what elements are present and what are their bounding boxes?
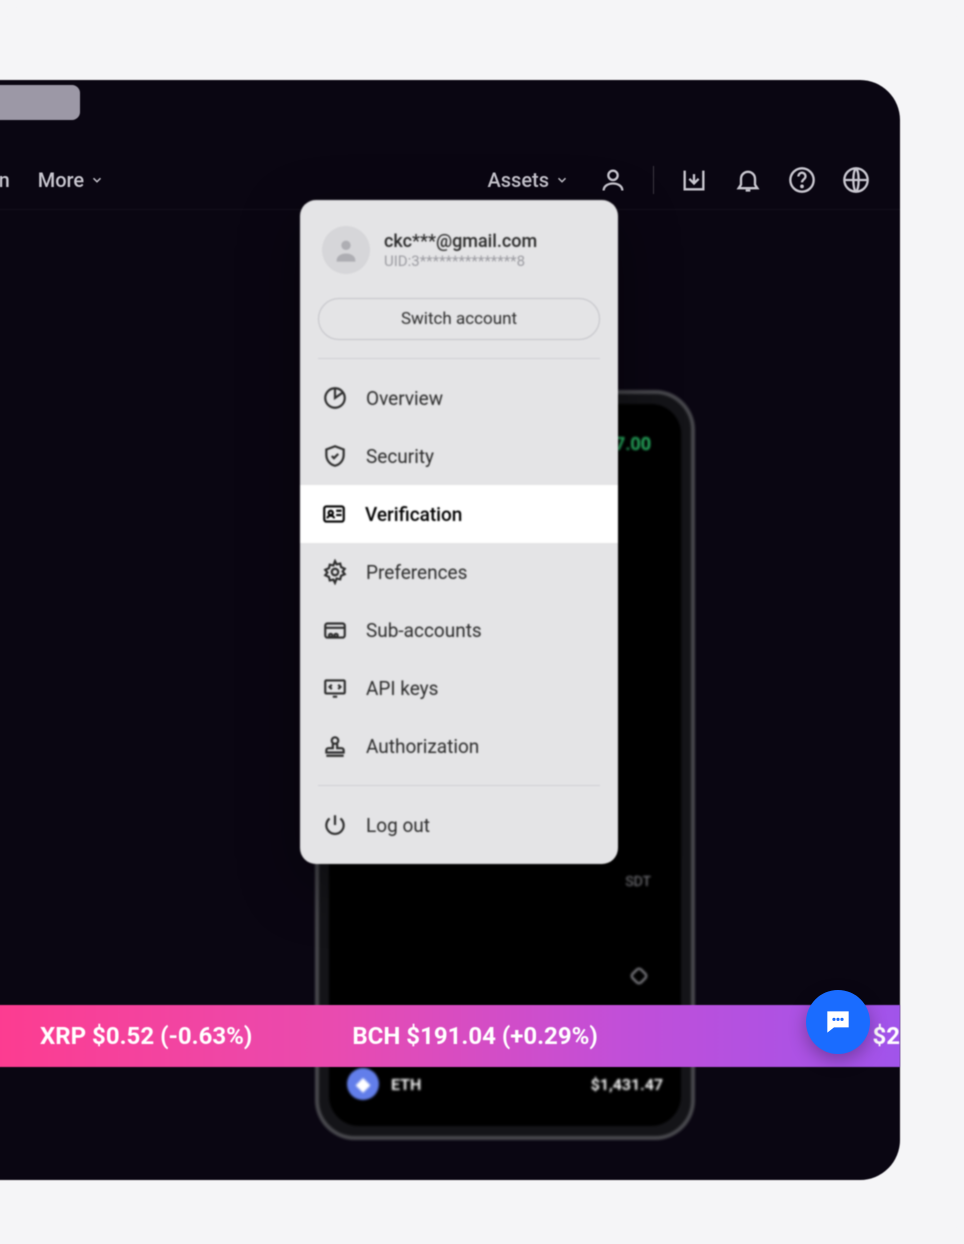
bell-icon[interactable] <box>734 166 762 194</box>
menu-item-verification[interactable]: Verification <box>300 485 618 543</box>
menu-item-label: Log out <box>366 814 430 837</box>
nav-item-more[interactable]: More <box>38 168 104 192</box>
ticker-symbol: XRP <box>40 1022 86 1050</box>
account-dropdown: ckc***@gmail.com UID:3***************8 S… <box>300 200 618 864</box>
nav-label-assets: Assets <box>487 168 549 192</box>
menu-item-label: Authorization <box>366 735 479 758</box>
user-uid: UID:3***************8 <box>384 252 537 270</box>
menu-item-label: Overview <box>366 387 443 410</box>
id-card-icon <box>321 501 347 527</box>
wallet-icon <box>322 617 348 643</box>
chat-icon <box>822 1006 854 1038</box>
phone-currency-suffix: SDT <box>625 874 651 890</box>
switch-account-button[interactable]: Switch account <box>318 298 600 340</box>
divider <box>318 358 600 359</box>
menu-item-overview[interactable]: Overview <box>300 369 618 427</box>
nav-item-learn[interactable]: earn <box>0 168 10 192</box>
menu-item-subaccounts[interactable]: Sub-accounts <box>300 601 618 659</box>
menu-item-label: Preferences <box>366 561 467 584</box>
menu-item-label: Sub-accounts <box>366 619 482 642</box>
user-icon[interactable] <box>599 166 627 194</box>
chevron-down-icon <box>90 173 104 187</box>
ticker-change: (-0.63%) <box>160 1022 252 1050</box>
nav-divider <box>653 166 654 194</box>
nav-label-more: More <box>38 168 84 192</box>
account-header: ckc***@gmail.com UID:3***************8 <box>300 220 618 292</box>
menu-item-label: Security <box>366 445 434 468</box>
ticker-item: XRP $0.52 (-0.63%) <box>40 1022 252 1050</box>
menu-item-label: API keys <box>366 677 438 700</box>
phone-balance-change: 7.00 <box>615 434 651 455</box>
menu-item-preferences[interactable]: Preferences <box>300 543 618 601</box>
ticker-price: $2 <box>872 1022 900 1050</box>
chat-button[interactable] <box>806 990 870 1054</box>
globe-icon[interactable] <box>842 166 870 194</box>
ticker-price: $191.04 <box>406 1022 496 1050</box>
menu-item-security[interactable]: Security <box>300 427 618 485</box>
ticker-symbol: BCH <box>352 1022 400 1050</box>
nav-item-assets[interactable]: Assets <box>487 168 569 192</box>
code-icon <box>322 675 348 701</box>
coin-symbol: ETH <box>391 1075 421 1094</box>
titlebar-chip <box>0 85 80 120</box>
shield-icon <box>322 443 348 469</box>
help-icon[interactable] <box>788 166 816 194</box>
nav-label-learn: earn <box>0 168 10 192</box>
download-icon[interactable] <box>680 166 708 194</box>
avatar <box>322 226 370 274</box>
rotate-icon <box>627 964 651 988</box>
coin-price: $1,431.47 <box>591 1075 663 1094</box>
user-email: ckc***@gmail.com <box>384 231 537 252</box>
divider <box>318 785 600 786</box>
pie-icon <box>322 385 348 411</box>
ticker-change: (+0.29%) <box>502 1022 598 1050</box>
ticker-price: $0.52 <box>92 1022 154 1050</box>
menu-item-authorization[interactable]: Authorization <box>300 717 618 775</box>
chevron-down-icon <box>555 173 569 187</box>
stamp-icon <box>322 733 348 759</box>
menu-item-apikeys[interactable]: API keys <box>300 659 618 717</box>
menu-item-logout[interactable]: Log out <box>300 796 618 854</box>
user-icon <box>332 236 360 264</box>
eth-icon: ◆ <box>347 1068 379 1100</box>
power-icon <box>322 812 348 838</box>
gear-icon <box>322 559 348 585</box>
menu-item-label: Verification <box>365 503 462 526</box>
ticker-item: BCH $191.04 (+0.29%) <box>352 1022 597 1050</box>
price-ticker: XRP $0.52 (-0.63%) BCH $191.04 (+0.29%) … <box>0 1005 900 1067</box>
